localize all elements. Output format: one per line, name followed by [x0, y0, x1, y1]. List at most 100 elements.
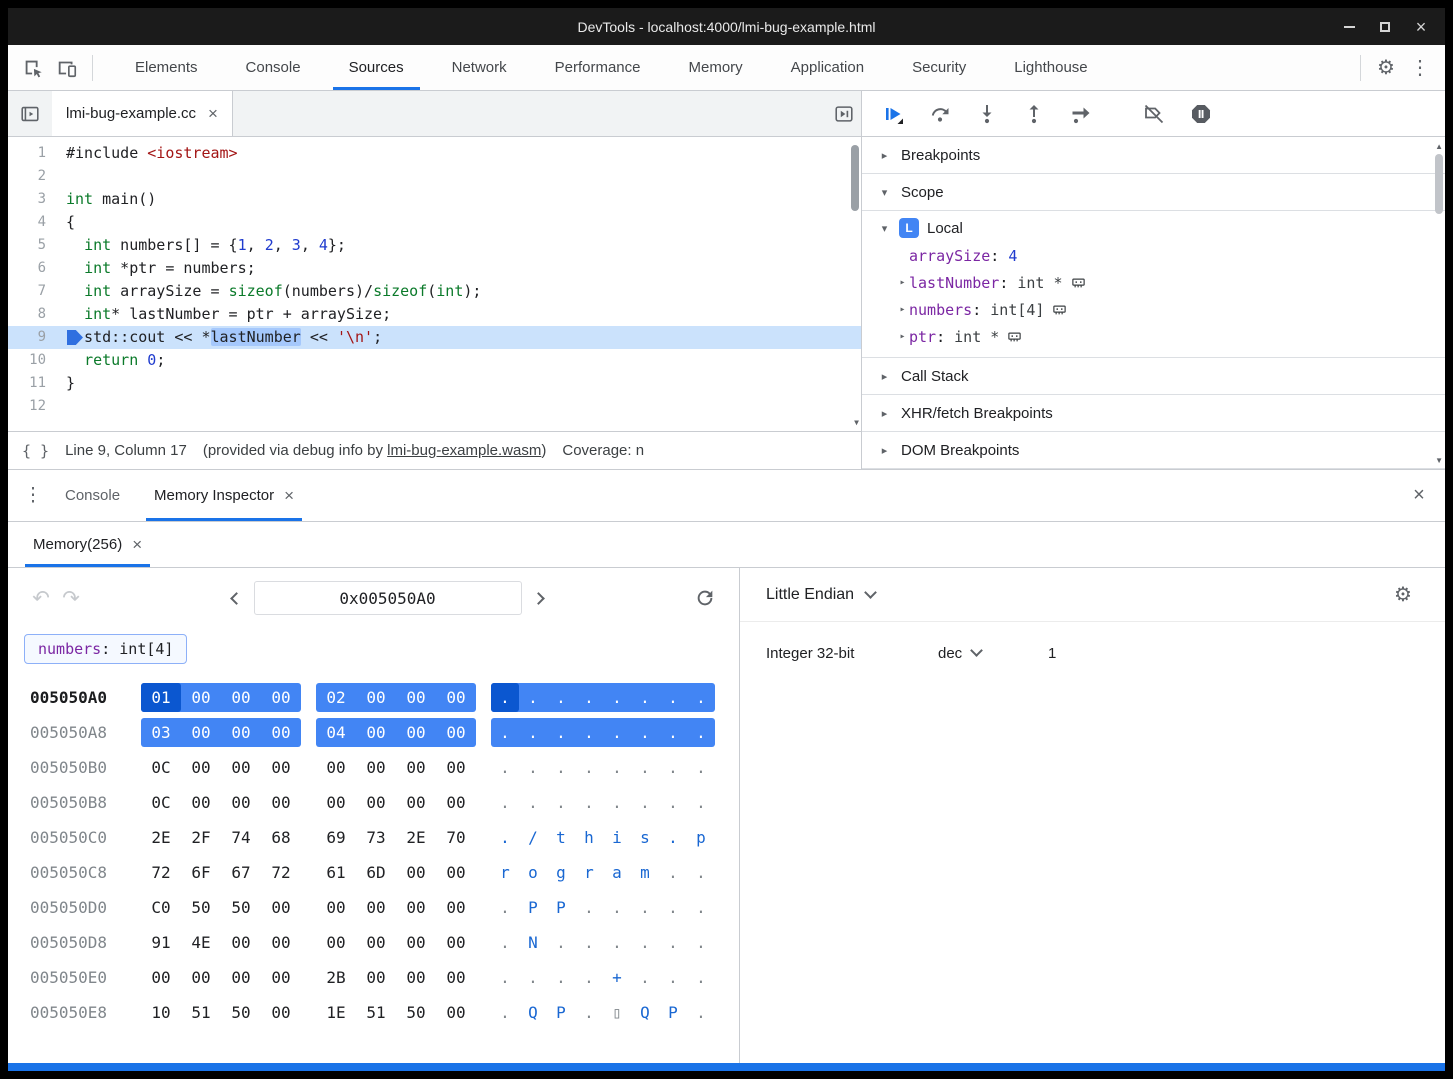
memory-byte[interactable]: 00 [261, 718, 301, 747]
ascii-char[interactable]: . [519, 683, 547, 712]
ascii-char[interactable]: . [631, 928, 659, 957]
step-out-icon[interactable] [1019, 99, 1049, 129]
drawer-tab-memory-inspector[interactable]: Memory Inspector × [146, 470, 302, 521]
sidebar-scrollbar[interactable]: ▲ ▼ [1432, 138, 1445, 469]
maximize-button[interactable] [1373, 15, 1397, 39]
tab-console[interactable]: Console [222, 45, 325, 90]
memory-byte[interactable]: 4E [181, 928, 221, 957]
line-number[interactable]: 9 [8, 326, 66, 349]
ascii-char[interactable]: . [687, 858, 715, 887]
ascii-char[interactable]: . [687, 963, 715, 992]
memory-byte[interactable]: 68 [261, 823, 301, 852]
ascii-char[interactable]: . [687, 753, 715, 782]
memory-byte[interactable]: 1E [316, 998, 356, 1027]
address-back-icon[interactable] [222, 585, 248, 611]
line-number[interactable]: 5 [8, 234, 66, 257]
memory-chip-icon[interactable] [1007, 329, 1022, 344]
ascii-char[interactable]: . [603, 683, 631, 712]
line-number[interactable]: 4 [8, 211, 66, 234]
memory-byte[interactable]: 00 [181, 963, 221, 992]
memory-byte[interactable]: 00 [221, 788, 261, 817]
ascii-char[interactable]: o [519, 858, 547, 887]
close-icon[interactable]: × [208, 105, 218, 122]
close-button[interactable]: × [1409, 15, 1433, 39]
settings-gear-icon[interactable]: ⚙ [1369, 51, 1403, 85]
memory-byte[interactable]: 00 [436, 928, 476, 957]
pretty-print-icon[interactable]: { } [22, 442, 49, 460]
ascii-char[interactable]: . [575, 788, 603, 817]
ascii-char[interactable]: . [491, 718, 519, 747]
ascii-char[interactable]: . [575, 753, 603, 782]
memory-byte[interactable]: 00 [436, 683, 476, 712]
line-number[interactable]: 2 [8, 165, 66, 188]
memory-byte[interactable]: 00 [261, 928, 301, 957]
memory-byte[interactable]: 69 [316, 823, 356, 852]
code-editor[interactable]: 1#include <iostream>23int main()4{5 int … [8, 137, 861, 431]
scroll-up-icon[interactable]: ▲ [1435, 142, 1443, 151]
memory-byte[interactable]: 00 [316, 893, 356, 922]
file-tab[interactable]: lmi-bug-example.cc × [52, 91, 233, 136]
close-icon[interactable]: × [284, 487, 294, 504]
memory-byte[interactable]: 00 [436, 788, 476, 817]
memory-byte[interactable]: 00 [396, 928, 436, 957]
tab-elements[interactable]: Elements [111, 45, 222, 90]
ascii-char[interactable]: s [631, 823, 659, 852]
memory-byte[interactable]: 51 [181, 998, 221, 1027]
memory-byte[interactable]: 03 [141, 718, 181, 747]
tab-sources[interactable]: Sources [325, 45, 428, 90]
section-dom-breakpoints[interactable]: ▸ DOM Breakpoints [862, 432, 1445, 469]
line-number[interactable]: 7 [8, 280, 66, 303]
endianness-dropdown[interactable]: Little Endian [766, 586, 875, 604]
scrollbar-thumb[interactable] [851, 145, 859, 211]
undo-icon[interactable]: ↶ [26, 583, 56, 613]
ascii-char[interactable]: . [491, 823, 519, 852]
ascii-char[interactable]: . [547, 718, 575, 747]
memory-byte[interactable]: 00 [221, 753, 261, 782]
ascii-char[interactable]: . [547, 753, 575, 782]
memory-tab[interactable]: Memory(256) × [25, 522, 150, 567]
scroll-down-icon[interactable]: ▼ [854, 418, 859, 427]
address-forward-icon[interactable] [528, 585, 554, 611]
ascii-char[interactable]: P [547, 998, 575, 1027]
memory-byte[interactable]: 00 [316, 928, 356, 957]
ascii-char[interactable]: . [659, 963, 687, 992]
memory-byte[interactable]: 00 [436, 718, 476, 747]
ascii-char[interactable]: Q [519, 998, 547, 1027]
memory-byte[interactable]: 00 [356, 718, 396, 747]
ascii-char[interactable]: . [575, 963, 603, 992]
scope-variable[interactable]: ▸lastNumber: int * [862, 269, 1445, 296]
ascii-char[interactable]: . [491, 963, 519, 992]
refresh-icon[interactable] [689, 582, 721, 614]
ascii-char[interactable]: + [603, 963, 631, 992]
memory-byte[interactable]: 6F [181, 858, 221, 887]
memory-byte[interactable]: 00 [356, 893, 396, 922]
memory-byte[interactable]: 00 [436, 893, 476, 922]
scroll-down-icon[interactable]: ▼ [1435, 456, 1443, 465]
ascii-char[interactable]: . [659, 753, 687, 782]
value-format-dropdown[interactable]: dec [938, 645, 1048, 662]
scope-variable[interactable]: ▸numbers: int[4] [862, 296, 1445, 323]
ascii-char[interactable]: . [575, 718, 603, 747]
line-number[interactable]: 6 [8, 257, 66, 280]
memory-byte[interactable]: 2B [316, 963, 356, 992]
ascii-char[interactable]: P [519, 893, 547, 922]
ascii-char[interactable]: . [547, 788, 575, 817]
ascii-char[interactable]: . [603, 753, 631, 782]
memory-chip-icon[interactable] [1071, 275, 1086, 290]
drawer-tab-console[interactable]: Console [57, 470, 128, 521]
ascii-char[interactable]: . [659, 788, 687, 817]
ascii-char[interactable]: a [603, 858, 631, 887]
memory-byte[interactable]: 91 [141, 928, 181, 957]
ascii-char[interactable]: g [547, 858, 575, 887]
memory-byte[interactable]: 00 [396, 963, 436, 992]
ascii-char[interactable]: t [547, 823, 575, 852]
memory-byte[interactable]: 0C [141, 753, 181, 782]
step-into-icon[interactable] [972, 99, 1002, 129]
memory-byte[interactable]: 00 [356, 963, 396, 992]
ascii-char[interactable]: . [491, 753, 519, 782]
section-breakpoints[interactable]: ▸ Breakpoints [862, 137, 1445, 174]
memory-byte[interactable]: 00 [261, 893, 301, 922]
memory-highlight-chip[interactable]: numbers: int[4] [24, 634, 187, 664]
tab-security[interactable]: Security [888, 45, 990, 90]
value-settings-gear-icon[interactable]: ⚙ [1387, 579, 1419, 611]
